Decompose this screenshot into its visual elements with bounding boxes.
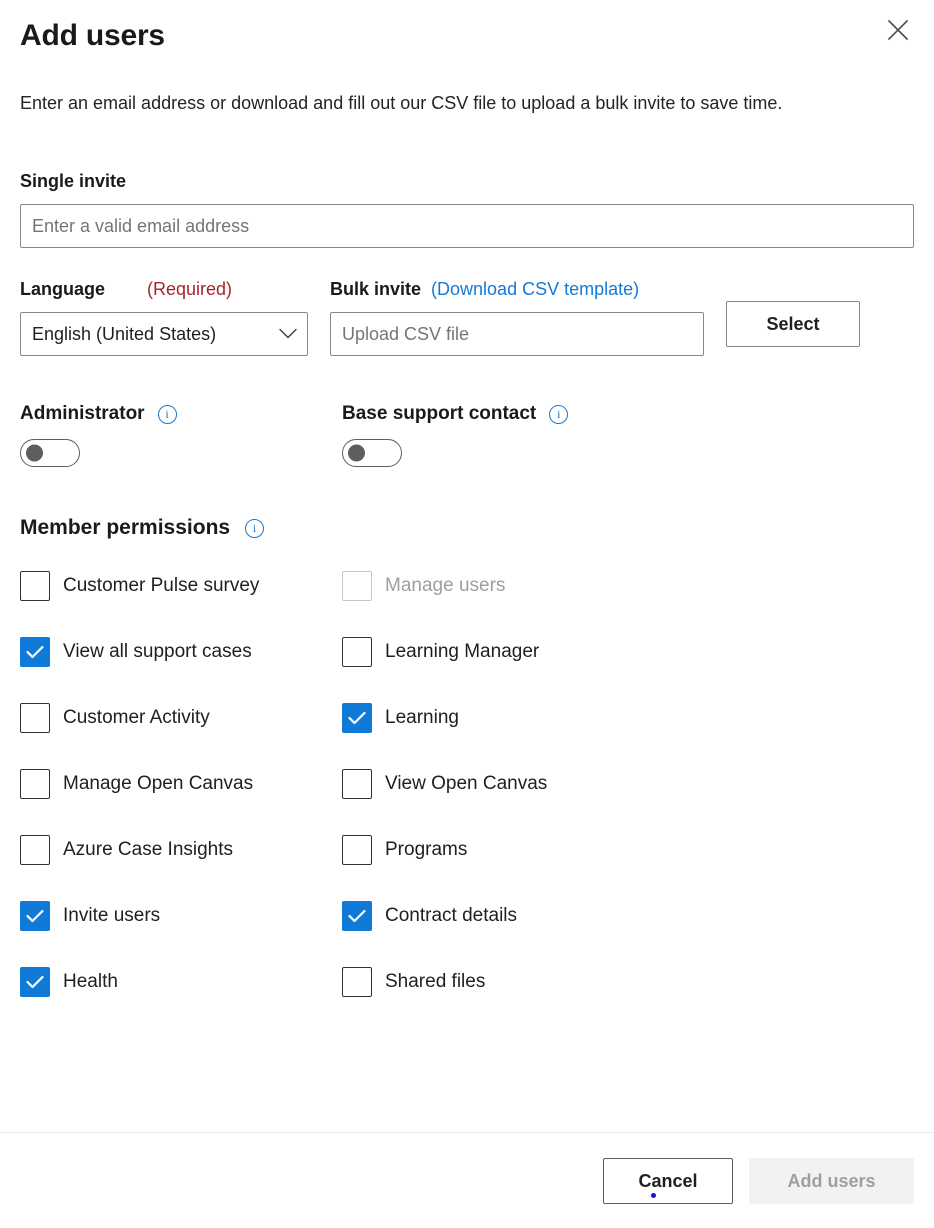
base-support-contact-label: Base support contact: [342, 403, 537, 424]
checkbox-box: [342, 769, 372, 799]
bulk-invite-label-line: Bulk invite (Download CSV template): [330, 278, 704, 300]
permission-checkbox-shared-files[interactable]: Shared files: [342, 949, 914, 1015]
permission-checkbox-learning[interactable]: Learning: [342, 685, 914, 751]
checkbox-label: Manage users: [385, 575, 506, 596]
single-invite-label: Single invite: [20, 171, 127, 191]
checkbox-label: Health: [63, 971, 118, 992]
checkbox-label: Invite users: [63, 905, 161, 926]
toggle-thumb: [26, 444, 43, 462]
add-users-dialog: Add users Enter an email address or down…: [0, 0, 934, 1228]
checkbox-label: View all support cases: [63, 641, 252, 662]
language-field: Language (Required) English (United Stat…: [20, 278, 308, 356]
checkbox-box: [20, 835, 50, 865]
permission-checkbox-customer-pulse-survey[interactable]: Customer Pulse survey: [20, 553, 342, 619]
checkbox-label: Programs: [385, 839, 468, 860]
permission-checkbox-contract-details[interactable]: Contract details: [342, 883, 914, 949]
checkbox-label: Contract details: [385, 905, 518, 926]
base-support-contact-toggle[interactable]: [342, 439, 402, 467]
cancel-button[interactable]: Cancel: [603, 1157, 733, 1204]
checkbox-box: [342, 637, 372, 667]
permission-checkbox-manage-open-canvas[interactable]: Manage Open Canvas: [20, 751, 342, 817]
chevron-down-icon: [279, 328, 297, 340]
add-users-button[interactable]: Add users: [749, 1157, 914, 1204]
permission-checkbox-view-all-support-cases[interactable]: View all support cases: [20, 619, 342, 685]
close-icon[interactable]: [876, 8, 920, 52]
language-selected-value: English (United States): [32, 324, 217, 344]
bulk-invite-label: Bulk invite: [330, 279, 422, 299]
administrator-label-line: Administrator i: [20, 402, 342, 426]
checkbox-box: [20, 703, 50, 733]
checkbox-label: Azure Case Insights: [63, 839, 234, 860]
checkbox-label: View Open Canvas: [385, 773, 548, 794]
administrator-label: Administrator: [20, 403, 145, 424]
info-icon[interactable]: i: [549, 404, 569, 424]
administrator-toggle-group: Administrator i: [20, 402, 342, 467]
dialog-description: Enter an email address or download and f…: [20, 93, 783, 113]
language-bulk-row: Language (Required) English (United Stat…: [20, 278, 914, 356]
base-support-contact-label-line: Base support contact i: [342, 402, 569, 426]
checkbox-label: Learning Manager: [385, 641, 540, 662]
permission-checkbox-customer-activity[interactable]: Customer Activity: [20, 685, 342, 751]
checkbox-box: [20, 637, 50, 667]
permission-checkbox-programs[interactable]: Programs: [342, 817, 914, 883]
toggle-thumb: [348, 444, 365, 462]
checkbox-label: Learning: [385, 707, 459, 728]
checkbox-label: Manage Open Canvas: [63, 773, 254, 794]
checkbox-box: [342, 571, 372, 601]
member-permissions-section: Member permissions i Customer Pulse surv…: [20, 515, 914, 1015]
checkbox-box: [342, 967, 372, 997]
checkbox-box: [342, 901, 372, 931]
checkbox-box: [20, 901, 50, 931]
member-permissions-header: Member permissions i: [20, 515, 914, 541]
dialog-header: Add users: [0, 0, 934, 56]
bulk-invite-field: Bulk invite (Download CSV template): [330, 278, 704, 356]
administrator-toggle[interactable]: [20, 439, 80, 467]
cancel-button-label: Cancel: [638, 1170, 698, 1191]
permission-checkbox-health[interactable]: Health: [20, 949, 342, 1015]
permission-checkbox-invite-users[interactable]: Invite users: [20, 883, 342, 949]
dialog-body: Enter an email address or download and f…: [0, 56, 934, 1132]
info-icon[interactable]: i: [157, 404, 177, 424]
checkbox-box: [20, 769, 50, 799]
dialog-footer: Cancel Add users: [0, 1132, 934, 1228]
language-label-line: Language (Required): [20, 278, 308, 300]
cursor-indicator: [651, 1192, 656, 1198]
checkbox-label: Shared files: [385, 971, 486, 992]
permission-checkbox-azure-case-insights[interactable]: Azure Case Insights: [20, 817, 342, 883]
permission-checkbox-learning-manager[interactable]: Learning Manager: [342, 619, 914, 685]
checkbox-label: Customer Activity: [63, 707, 210, 728]
language-select[interactable]: English (United States): [20, 312, 308, 356]
language-label: Language: [20, 279, 106, 299]
permissions-grid: Customer Pulse survey Manage users View …: [20, 553, 914, 1015]
permission-checkbox-manage-users: Manage users: [342, 553, 914, 619]
checkbox-label: Customer Pulse survey: [63, 575, 260, 596]
member-permissions-title: Member permissions: [20, 516, 231, 539]
download-csv-template-link[interactable]: (Download CSV template): [431, 279, 639, 300]
checkbox-box: [342, 703, 372, 733]
language-required-flag: (Required): [147, 279, 233, 299]
single-invite-section: Single invite: [20, 170, 914, 248]
select-file-button[interactable]: Select: [726, 301, 860, 347]
toggle-row: Administrator i Base support contact i: [20, 402, 914, 467]
csv-file-input[interactable]: [330, 312, 704, 356]
email-input[interactable]: [20, 204, 914, 248]
info-icon[interactable]: i: [245, 518, 265, 538]
checkbox-box: [20, 967, 50, 997]
checkbox-box: [342, 835, 372, 865]
select-file-wrap: Select: [726, 278, 860, 347]
checkbox-box: [20, 571, 50, 601]
base-support-contact-toggle-group: Base support contact i: [342, 402, 569, 467]
permission-checkbox-view-open-canvas[interactable]: View Open Canvas: [342, 751, 914, 817]
page-title: Add users: [20, 19, 165, 52]
